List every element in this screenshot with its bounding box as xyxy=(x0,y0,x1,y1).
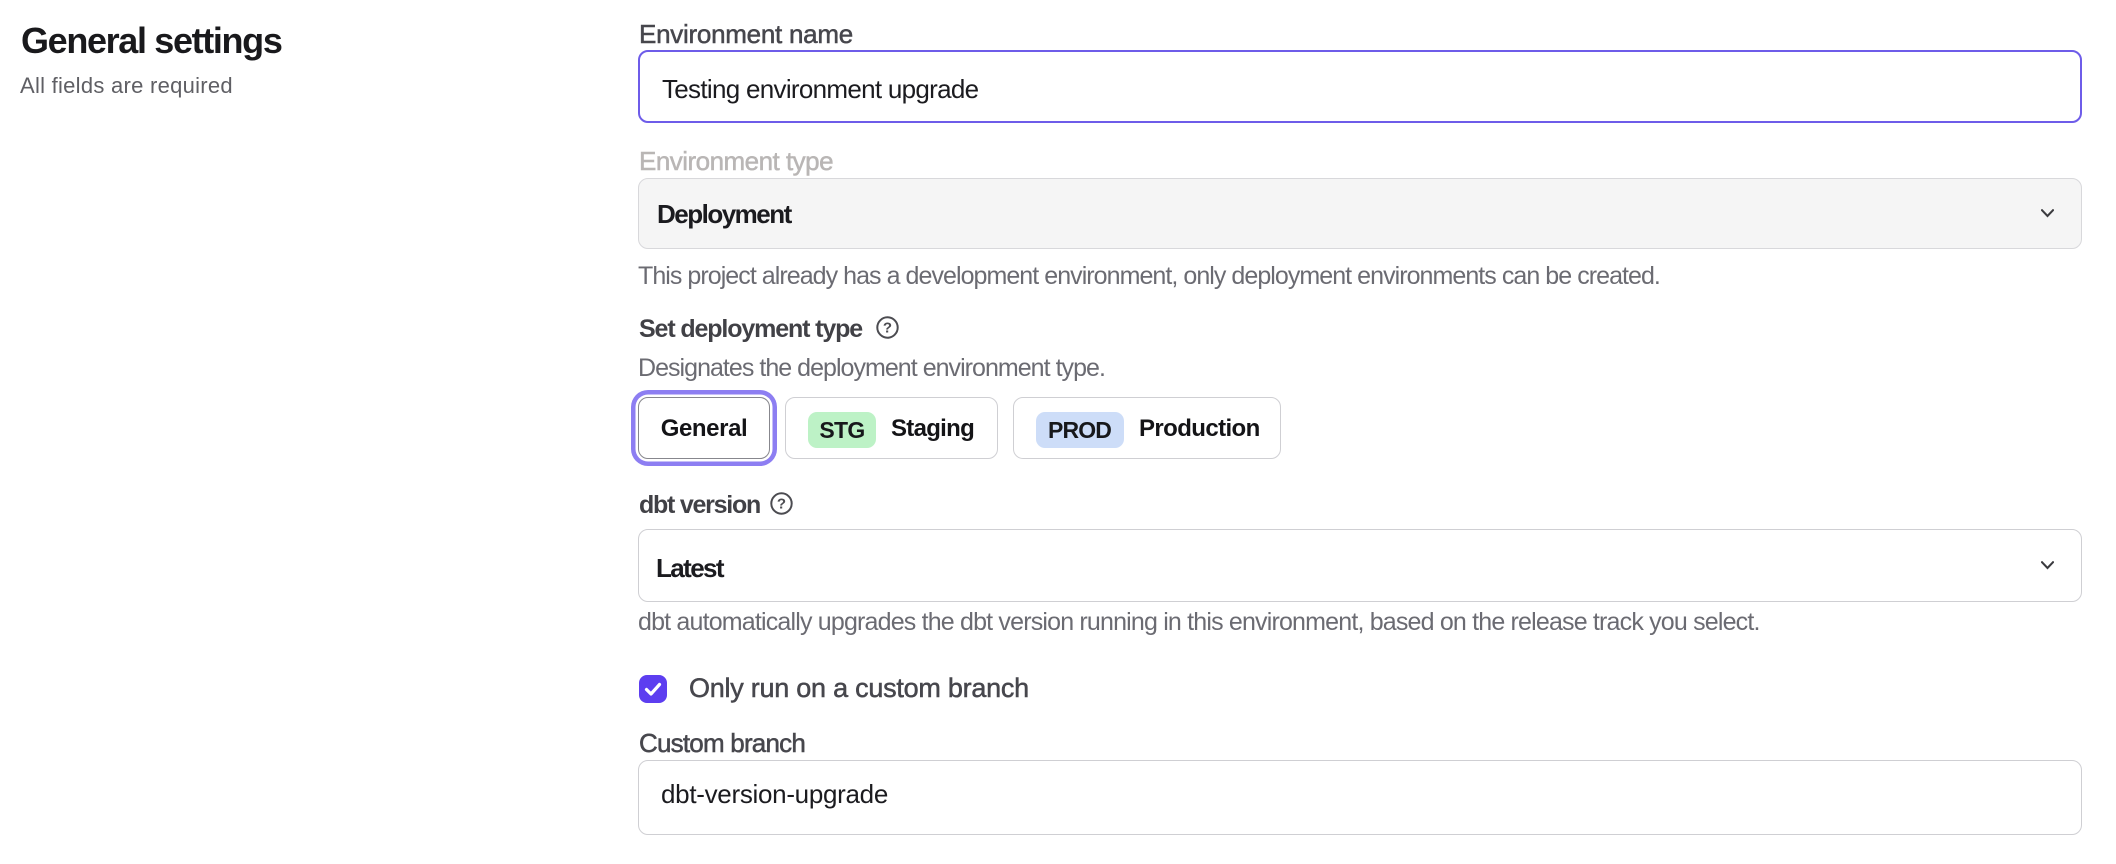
svg-text:?: ? xyxy=(777,496,786,513)
svg-text:?: ? xyxy=(883,320,892,337)
